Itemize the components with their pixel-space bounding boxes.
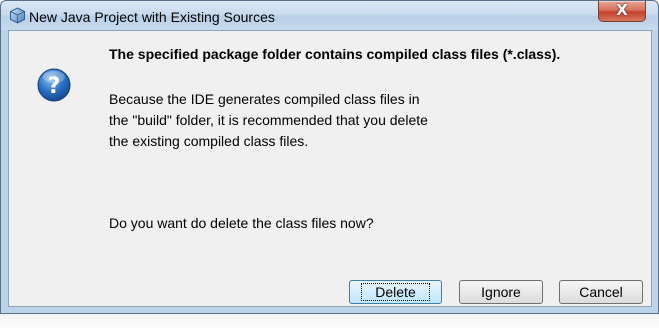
question-icon: ? bbox=[37, 68, 71, 102]
dialog-heading: The specified package folder contains co… bbox=[109, 46, 561, 62]
delete-button-label: Delete bbox=[361, 283, 430, 301]
window-title: New Java Project with Existing Sources bbox=[29, 9, 275, 25]
message-line: the "build" folder, it is recommended th… bbox=[109, 112, 428, 128]
svg-text:?: ? bbox=[48, 74, 61, 99]
title-bar[interactable]: New Java Project with Existing Sources X bbox=[1, 1, 658, 30]
cancel-button[interactable]: Cancel bbox=[559, 280, 643, 304]
cancel-button-label: Cancel bbox=[579, 284, 623, 300]
message-line: Because the IDE generates compiled class… bbox=[109, 91, 420, 107]
ignore-button[interactable]: Ignore bbox=[459, 280, 543, 304]
window-shadow bbox=[0, 314, 659, 332]
delete-button[interactable]: Delete bbox=[349, 280, 442, 304]
dialog-content: ? The specified package folder contains … bbox=[8, 30, 652, 307]
dialog-window: New Java Project with Existing Sources X… bbox=[0, 0, 659, 314]
dialog-question: Do you want do delete the class files no… bbox=[109, 215, 374, 231]
close-icon: X bbox=[616, 1, 628, 19]
dialog-message: Because the IDE generates compiled class… bbox=[109, 89, 428, 152]
message-line: the existing compiled class files. bbox=[109, 133, 309, 149]
close-button[interactable]: X bbox=[598, 1, 646, 22]
netbeans-cube-icon bbox=[10, 7, 25, 24]
ignore-button-label: Ignore bbox=[481, 284, 521, 300]
